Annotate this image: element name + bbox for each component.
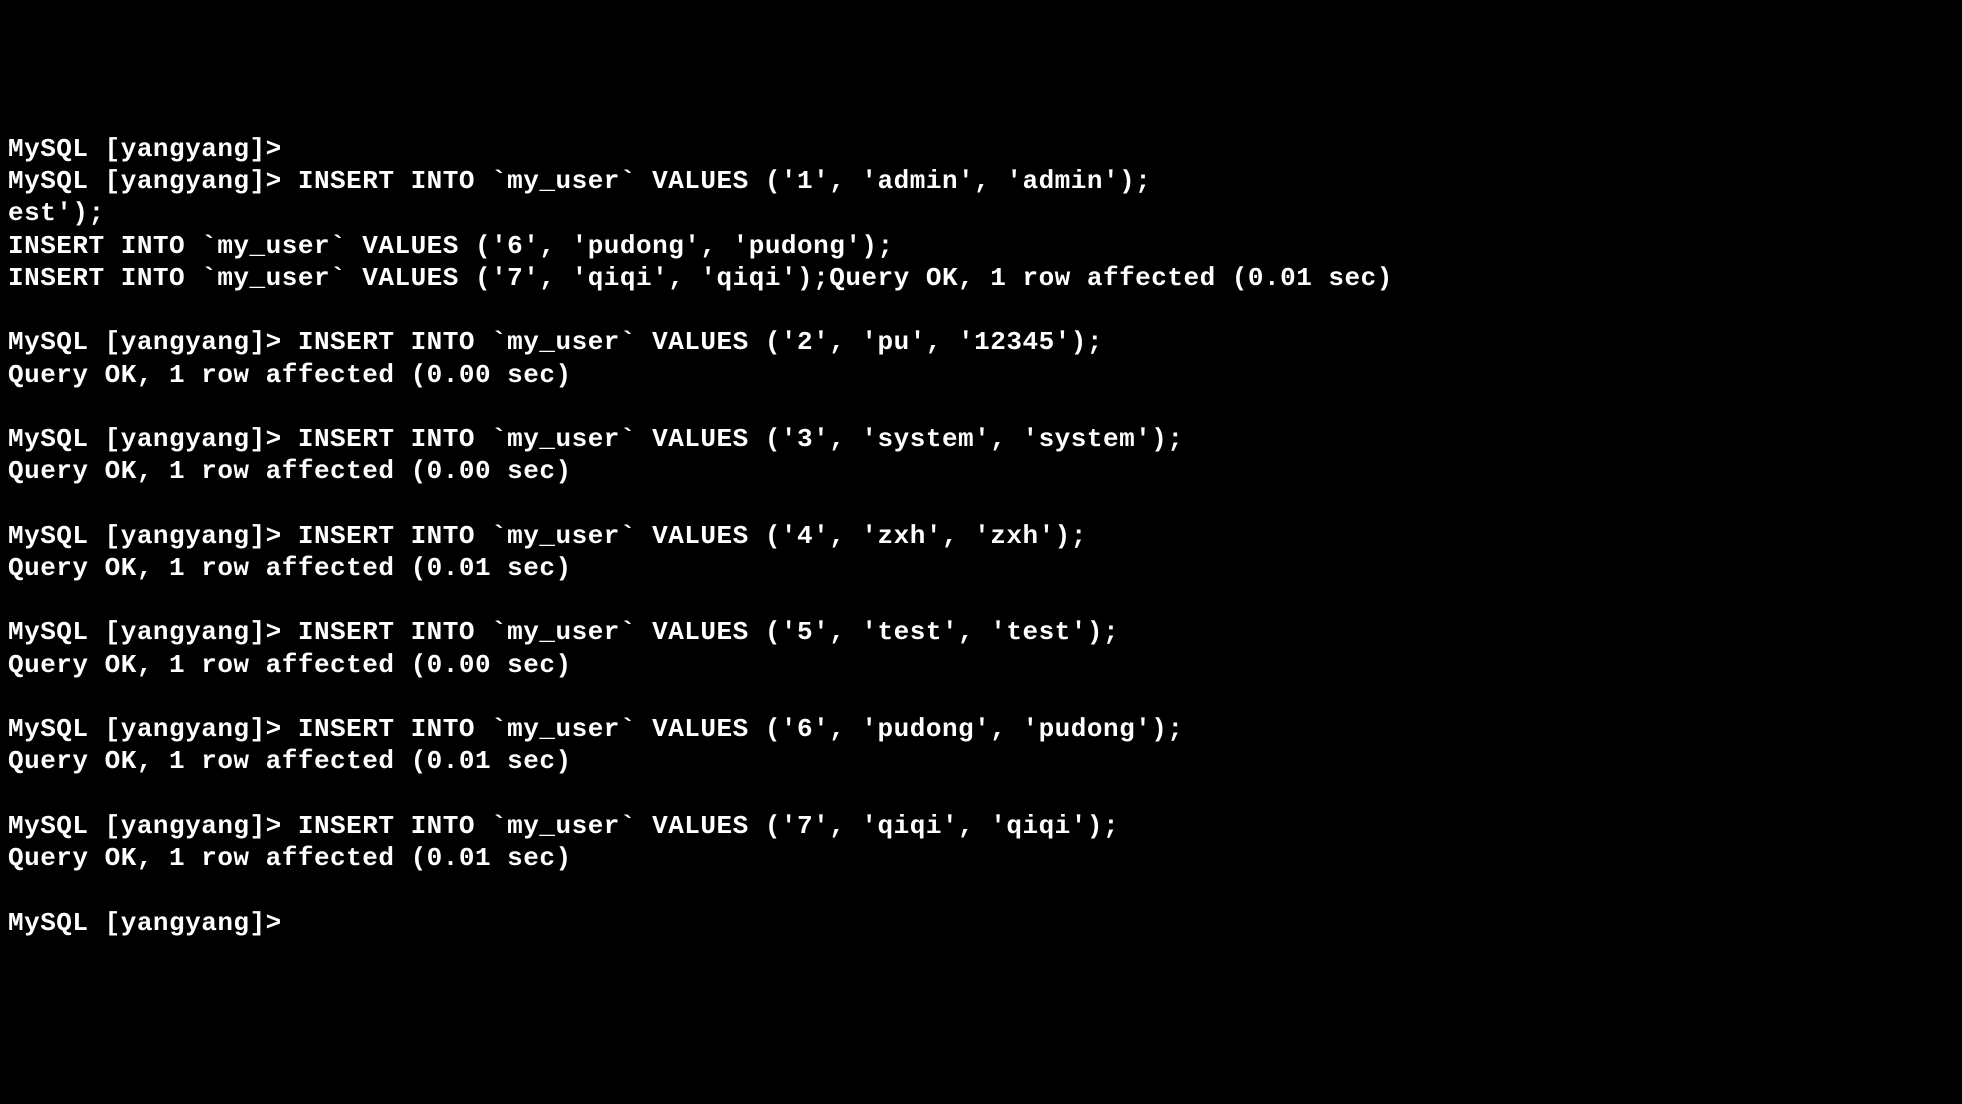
terminal-line: MySQL [yangyang]> INSERT INTO `my_user` … — [8, 713, 1954, 745]
terminal-line: Query OK, 1 row affected (0.01 sec) — [8, 745, 1954, 777]
terminal-line — [8, 778, 1954, 810]
terminal-line: MySQL [yangyang]> INSERT INTO `my_user` … — [8, 520, 1954, 552]
terminal-line: MySQL [yangyang]> INSERT INTO `my_user` … — [8, 326, 1954, 358]
terminal-line: INSERT INTO `my_user` VALUES ('6', 'pudo… — [8, 230, 1954, 262]
terminal-line — [8, 488, 1954, 520]
terminal-line — [8, 391, 1954, 423]
terminal-line — [8, 294, 1954, 326]
terminal-output[interactable]: MySQL [yangyang]>MySQL [yangyang]> INSER… — [8, 133, 1954, 939]
terminal-line: MySQL [yangyang]> INSERT INTO `my_user` … — [8, 810, 1954, 842]
terminal-line: Query OK, 1 row affected (0.01 sec) — [8, 842, 1954, 874]
terminal-line: MySQL [yangyang]> — [8, 133, 1954, 165]
terminal-line: est'); — [8, 197, 1954, 229]
terminal-line: MySQL [yangyang]> INSERT INTO `my_user` … — [8, 616, 1954, 648]
terminal-line: MySQL [yangyang]> INSERT INTO `my_user` … — [8, 423, 1954, 455]
terminal-line: MySQL [yangyang]> — [8, 907, 1954, 939]
terminal-line — [8, 584, 1954, 616]
terminal-line: MySQL [yangyang]> INSERT INTO `my_user` … — [8, 165, 1954, 197]
terminal-line — [8, 874, 1954, 906]
terminal-line: Query OK, 1 row affected (0.00 sec) — [8, 649, 1954, 681]
terminal-line: INSERT INTO `my_user` VALUES ('7', 'qiqi… — [8, 262, 1954, 294]
terminal-line: Query OK, 1 row affected (0.00 sec) — [8, 359, 1954, 391]
terminal-line — [8, 681, 1954, 713]
terminal-line: Query OK, 1 row affected (0.01 sec) — [8, 552, 1954, 584]
terminal-line: Query OK, 1 row affected (0.00 sec) — [8, 455, 1954, 487]
